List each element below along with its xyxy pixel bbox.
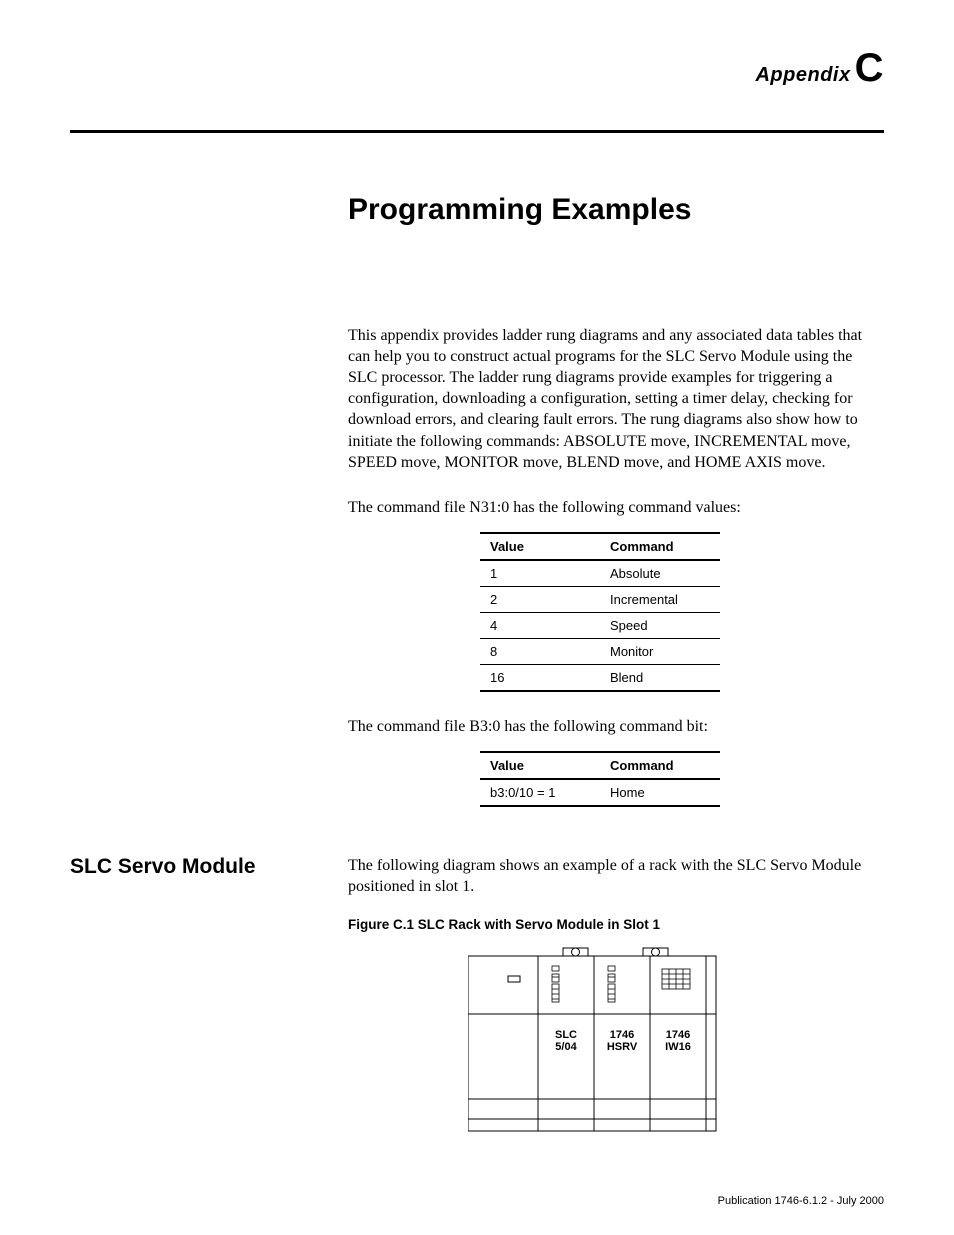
table-header-command: Command (600, 533, 720, 560)
section-heading: SLC Servo Module (70, 855, 348, 879)
intro-paragraph: This appendix provides ladder rung diagr… (348, 325, 884, 473)
publication-footer: Publication 1746-6.1.2 - July 2000 (718, 1195, 884, 1207)
table-row: b3:0/10 = 1 Home (480, 779, 720, 806)
table-row: 1 Absolute (480, 560, 720, 587)
rack-svg: SLC 5/04 1746 HSRV 1746 IW16 (468, 944, 728, 1144)
cell-command: Blend (600, 664, 720, 691)
cell-value: 16 (480, 664, 600, 691)
b3-command-table: Value Command b3:0/10 = 1 Home (480, 751, 720, 807)
b3-sentence: The command file B3:0 has the following … (348, 716, 884, 737)
n31-command-table: Value Command 1 Absolute 2 Incremental 4… (480, 532, 720, 692)
table-header-command: Command (600, 752, 720, 779)
table-row: 16 Blend (480, 664, 720, 691)
table-row: 4 Speed (480, 612, 720, 638)
slot2-label-top: 1746 (666, 1029, 690, 1041)
section-row: SLC Servo Module The following diagram s… (70, 855, 884, 897)
cell-command: Absolute (600, 560, 720, 587)
cell-command: Incremental (600, 586, 720, 612)
slot0-label-bottom: 5/04 (555, 1041, 577, 1053)
table-header-value: Value (480, 533, 600, 560)
appendix-label: AppendixC (70, 48, 884, 88)
cell-command: Home (600, 779, 720, 806)
table-header-row: Value Command (480, 533, 720, 560)
cell-value: 2 (480, 586, 600, 612)
figure-caption: Figure C.1 SLC Rack with Servo Module in… (348, 917, 884, 932)
page-title: Programming Examples (348, 193, 884, 227)
appendix-letter: C (855, 46, 884, 90)
rack-diagram: SLC 5/04 1746 HSRV 1746 IW16 (468, 944, 884, 1149)
cell-command: Monitor (600, 638, 720, 664)
slot1-label-top: 1746 (610, 1029, 634, 1041)
page: AppendixC Programming Examples This appe… (0, 0, 954, 1235)
table-row: 8 Monitor (480, 638, 720, 664)
n31-sentence: The command file N31:0 has the following… (348, 497, 884, 518)
cell-value: 4 (480, 612, 600, 638)
slot1-label-bottom: HSRV (607, 1041, 638, 1053)
header-rule (70, 130, 884, 133)
table-row: 2 Incremental (480, 586, 720, 612)
slot0-label-top: SLC (555, 1029, 577, 1041)
appendix-word: Appendix (755, 64, 850, 86)
cell-value: b3:0/10 = 1 (480, 779, 600, 806)
table-header-value: Value (480, 752, 600, 779)
section-body: The following diagram shows an example o… (348, 855, 884, 897)
cell-command: Speed (600, 612, 720, 638)
slot2-label-bottom: IW16 (665, 1041, 691, 1053)
cell-value: 1 (480, 560, 600, 587)
table-header-row: Value Command (480, 752, 720, 779)
cell-value: 8 (480, 638, 600, 664)
